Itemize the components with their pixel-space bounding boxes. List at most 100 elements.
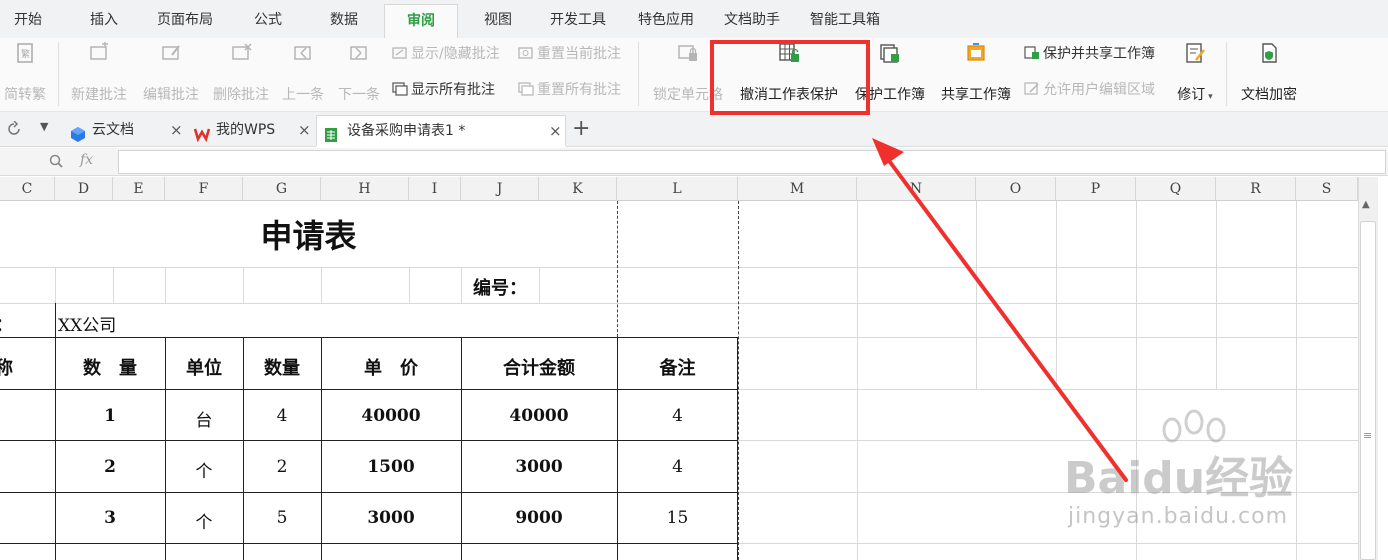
table-cell[interactable]: 3000 xyxy=(461,457,617,477)
cloud-docs-icon xyxy=(70,123,86,142)
protect-and-share-button[interactable]: 保护并共享工作簿 xyxy=(1024,44,1155,64)
header-quantity[interactable]: 数 量 xyxy=(55,354,165,380)
refresh-icon[interactable] xyxy=(6,120,22,137)
header-quantity-2[interactable]: 数量 xyxy=(243,354,321,380)
column-header-k[interactable]: K xyxy=(539,177,617,201)
header-unit-price[interactable]: 单 价 xyxy=(321,354,461,380)
table-cell[interactable]: 4 xyxy=(617,457,738,477)
column-header-h[interactable]: H xyxy=(321,177,409,201)
sheet-title[interactable]: 申请表 xyxy=(0,211,617,257)
close-icon[interactable]: × xyxy=(170,115,183,145)
column-header-p[interactable]: P xyxy=(1056,177,1136,201)
show-all-comments-button[interactable]: 显示所有批注 xyxy=(392,80,495,100)
zoom-search-icon[interactable] xyxy=(48,153,64,169)
column-header-o[interactable]: O xyxy=(976,177,1056,201)
table-cell[interactable]: 40000 xyxy=(461,406,617,426)
column-header-s[interactable]: S xyxy=(1296,177,1358,201)
doc-tab-active-file[interactable]: 设备采购申请表1 * × xyxy=(316,115,566,147)
gridline xyxy=(857,201,858,560)
company-name[interactable]: XX公司 xyxy=(58,311,116,336)
column-header-g[interactable]: G xyxy=(243,177,321,201)
allow-edit-ranges-button[interactable]: 允许用户编辑区域 xyxy=(1024,80,1155,100)
header-name-partial[interactable]: 称 xyxy=(0,354,14,380)
table-cell[interactable]: 1 xyxy=(55,406,165,426)
header-unit[interactable]: 单位 xyxy=(165,354,243,380)
gridline xyxy=(617,267,738,268)
table-cell[interactable]: 4 xyxy=(243,406,321,426)
column-header-l[interactable]: L xyxy=(617,177,738,201)
track-changes-button[interactable]: 修订 ▾ xyxy=(1172,42,1218,104)
edit-comment-button[interactable]: 编辑批注 xyxy=(138,42,204,104)
menu-tab-home[interactable]: 开始 xyxy=(0,4,56,38)
menu-tab-page-layout[interactable]: 页面布局 xyxy=(148,4,222,38)
table-cell[interactable]: 9000 xyxy=(461,508,617,528)
show-hide-comment-button[interactable]: 显示/隐藏批注 xyxy=(392,44,500,64)
simplified-to-traditional-button[interactable]: 繁 简转繁 xyxy=(0,42,50,104)
doc-tab-mywps[interactable]: 我的WPS × xyxy=(188,115,316,147)
table-cell[interactable]: 15 xyxy=(617,508,738,528)
column-header-d[interactable]: D xyxy=(55,177,113,201)
column-header-j[interactable]: J xyxy=(461,177,539,201)
column-header-m[interactable]: M xyxy=(738,177,857,201)
reset-all-comments-button[interactable]: 重置所有批注 xyxy=(518,80,621,100)
new-comment-button[interactable]: 新建批注 xyxy=(66,42,132,104)
scrollbar-thumb[interactable] xyxy=(1360,221,1376,560)
gridline xyxy=(113,267,114,303)
table-cell[interactable]: 2 xyxy=(243,457,321,477)
previous-icon xyxy=(292,42,314,64)
number-label[interactable]: 编号： xyxy=(461,274,539,300)
column-header-i[interactable]: I xyxy=(409,177,461,201)
encrypt-document-icon xyxy=(1258,42,1280,64)
gridline xyxy=(738,267,1358,268)
menu-tab-features[interactable]: 特色应用 xyxy=(628,4,704,38)
tab-list-dropdown-icon[interactable]: ▼ xyxy=(40,120,48,133)
gridline xyxy=(321,267,322,303)
menu-tab-review[interactable]: 审阅 xyxy=(384,4,458,38)
table-cell[interactable]: 4 xyxy=(617,406,738,426)
doc-tab-cloud[interactable]: 云文档 × xyxy=(64,115,188,147)
table-cell[interactable]: 2 xyxy=(55,457,165,477)
column-header-f[interactable]: F xyxy=(165,177,243,201)
column-header-r[interactable]: R xyxy=(1216,177,1296,201)
table-cell[interactable]: 个 xyxy=(165,457,243,482)
menu-tab-developer[interactable]: 开发工具 xyxy=(540,4,616,38)
menu-tab-insert[interactable]: 插入 xyxy=(74,4,134,38)
menu-tab-doc-assistant[interactable]: 文档助手 xyxy=(714,4,790,38)
table-cell[interactable]: 3 xyxy=(55,508,165,528)
encrypt-document-button[interactable]: 文档加密 xyxy=(1234,42,1304,104)
company-label-colon[interactable]: ： xyxy=(0,311,14,337)
delete-comment-button[interactable]: 删除批注 xyxy=(208,42,274,104)
page-break-line xyxy=(617,201,618,337)
gridline xyxy=(1056,201,1057,389)
next-icon xyxy=(348,42,370,64)
reset-current-comment-button[interactable]: 重置当前批注 xyxy=(518,44,621,64)
table-cell[interactable]: 40000 xyxy=(321,406,461,426)
table-cell[interactable]: 1500 xyxy=(321,457,461,477)
menu-tab-view[interactable]: 视图 xyxy=(470,4,526,38)
column-header-e[interactable]: E xyxy=(113,177,165,201)
highlight-box xyxy=(710,40,870,115)
column-header-n[interactable]: N xyxy=(857,177,976,201)
close-icon[interactable]: × xyxy=(298,115,311,145)
new-tab-plus-icon[interactable]: + xyxy=(572,116,590,141)
next-comment-button[interactable]: 下一条 xyxy=(332,42,386,104)
table-cell[interactable]: 5 xyxy=(243,508,321,528)
header-total[interactable]: 合计金额 xyxy=(461,354,617,380)
table-cell[interactable]: 3000 xyxy=(321,508,461,528)
close-icon[interactable]: × xyxy=(549,116,562,146)
protect-workbook-icon xyxy=(879,42,901,64)
formula-input[interactable] xyxy=(118,150,1386,174)
menu-tab-smart-toolbox[interactable]: 智能工具箱 xyxy=(800,4,890,38)
column-header-q[interactable]: Q xyxy=(1136,177,1216,201)
share-workbook-button[interactable]: 共享工作簿 xyxy=(936,42,1016,104)
fx-icon[interactable]: fx xyxy=(80,152,93,168)
menu-tab-formulas[interactable]: 公式 xyxy=(240,4,296,38)
scroll-up-arrow-icon[interactable]: ▲ xyxy=(1362,199,1370,210)
column-header-c[interactable]: C xyxy=(0,177,55,201)
table-cell[interactable]: 台 xyxy=(165,406,243,431)
new-comment-icon xyxy=(88,42,110,64)
table-cell[interactable]: 个 xyxy=(165,508,243,533)
header-note[interactable]: 备注 xyxy=(617,354,738,380)
previous-comment-button[interactable]: 上一条 xyxy=(276,42,330,104)
menu-tab-data[interactable]: 数据 xyxy=(316,4,372,38)
